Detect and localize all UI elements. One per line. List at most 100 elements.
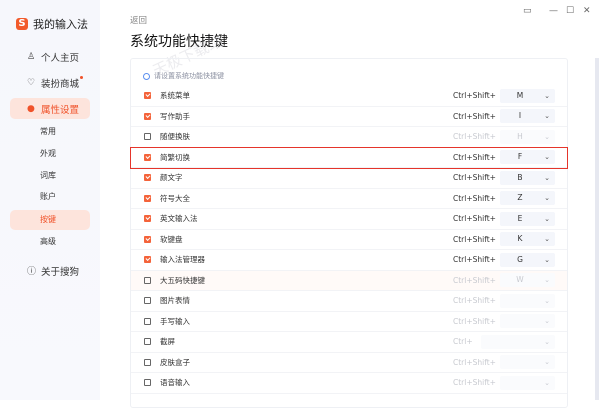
checkbox[interactable] <box>144 256 151 264</box>
shortcut-name: 手写输入 <box>160 316 190 326</box>
checkbox[interactable] <box>144 112 151 120</box>
chevron-down-icon: ⌄ <box>544 194 550 203</box>
key-value: E <box>517 213 523 223</box>
sidebar-item-settings[interactable]: ● 属性设置 <box>10 98 90 119</box>
maximize-icon[interactable]: ☐ <box>566 6 574 16</box>
modifier-label: Ctrl+Shift+ <box>453 193 496 203</box>
subitem-advanced[interactable]: 高级 <box>10 232 90 252</box>
subitem-dictionary[interactable]: 词库 <box>10 166 90 186</box>
modifier-label: Ctrl+Shift+ <box>453 357 496 367</box>
chevron-down-icon: ⌄ <box>544 358 550 367</box>
modifier-label: Ctrl+Shift+ <box>453 173 496 183</box>
shortcut-name: 随便换肤 <box>160 132 190 142</box>
app-logo: S 我的输入法 <box>16 16 88 32</box>
shortcut-name: 系统菜单 <box>160 91 190 101</box>
key-select[interactable]: Z ⌄ <box>500 191 555 206</box>
modifier-label: Ctrl+Shift+ <box>453 132 496 142</box>
shortcut-name: 英文输入法 <box>160 214 198 224</box>
chevron-down-icon: ⌄ <box>544 132 550 141</box>
minimize-icon[interactable]: — <box>549 6 558 16</box>
checkbox[interactable] <box>144 235 151 243</box>
sidebar-item-about[interactable]: ⓘ 关于搜狗 <box>10 260 90 281</box>
subitem-appearance[interactable]: 外观 <box>10 144 90 164</box>
shortcut-row: 随便换肤 Ctrl+Shift+ H ⌄ <box>131 127 567 148</box>
shortcut-row: 符号大全 Ctrl+Shift+ Z ⌄ <box>131 189 567 209</box>
shortcut-row: 手写输入 Ctrl+Shift+ ⌄ <box>131 312 567 332</box>
shortcut-name: 语音输入 <box>160 378 190 388</box>
highlight-box <box>130 147 568 169</box>
shortcut-name: 输入法管理器 <box>160 255 205 265</box>
key-select[interactable]: ⌄ <box>500 355 555 370</box>
feedback-icon[interactable]: ▭ <box>523 6 532 16</box>
shortcut-row: 颜文字 Ctrl+Shift+ B ⌄ <box>131 168 567 189</box>
shortcut-row: 写作助手 Ctrl+Shift+ I ⌄ <box>131 107 567 127</box>
sidebar-item-store[interactable]: ♡ 装扮商城 <box>10 72 90 93</box>
checkbox[interactable] <box>144 215 151 223</box>
back-link[interactable]: 返回 <box>130 14 147 26</box>
key-value: H <box>517 131 523 141</box>
modifier-label: Ctrl+Shift+ <box>453 91 496 101</box>
checkbox[interactable] <box>144 174 151 182</box>
key-select[interactable]: ⌄ <box>500 375 555 390</box>
sidebar: S 我的输入法 ♙ 个人主页 ♡ 装扮商城 ● 属性设置 常用 外观 词库 账户 按键… <box>0 0 100 400</box>
key-select[interactable]: K ⌄ <box>500 232 555 247</box>
subitem-common[interactable]: 常用 <box>10 122 90 142</box>
shortcut-name: 颜文字 <box>160 173 183 183</box>
key-select[interactable]: H ⌄ <box>500 129 555 144</box>
subitem-account[interactable]: 账户 <box>10 187 90 207</box>
key-select[interactable]: M ⌄ <box>500 88 555 103</box>
scrollbar[interactable] <box>595 58 599 400</box>
checkbox[interactable] <box>144 297 151 305</box>
checkbox[interactable] <box>144 92 151 100</box>
shortcut-row: 软键盘 Ctrl+Shift+ K ⌄ <box>131 230 567 250</box>
shortcut-name: 图片表情 <box>160 296 190 306</box>
chevron-down-icon: ⌄ <box>544 235 550 244</box>
shortcut-name: 软键盘 <box>160 234 183 244</box>
key-select[interactable]: ⌄ <box>500 293 555 308</box>
shirt-icon: ♡ <box>27 77 36 88</box>
sidebar-item-profile[interactable]: ♙ 个人主页 <box>10 46 90 67</box>
chevron-down-icon: ⌄ <box>544 317 550 326</box>
key-select[interactable]: I ⌄ <box>500 109 555 124</box>
shortcut-row: 英文输入法 Ctrl+Shift+ E ⌄ <box>131 209 567 230</box>
shortcut-row: 皮肤盒子 Ctrl+Shift+ ⌄ <box>131 353 567 373</box>
key-value: K <box>517 234 523 244</box>
shortcut-name: 截屏 <box>160 337 175 347</box>
key-select[interactable]: E ⌄ <box>500 211 555 226</box>
checkbox[interactable] <box>144 317 151 325</box>
chevron-down-icon: ⌄ <box>544 173 550 182</box>
key-select[interactable]: G ⌄ <box>500 252 555 267</box>
checkbox[interactable] <box>144 194 151 202</box>
shortcut-row: 输入法管理器 Ctrl+Shift+ G ⌄ <box>131 250 567 271</box>
key-select[interactable]: ⌄ <box>481 334 555 349</box>
chevron-down-icon: ⌄ <box>544 255 550 264</box>
shortcut-name: 大五码快捷键 <box>160 275 205 285</box>
checkbox[interactable] <box>144 358 151 366</box>
key-select[interactable]: ⌄ <box>500 314 555 329</box>
modifier-label: Ctrl+Shift+ <box>453 296 496 306</box>
shortcut-row: 图片表情 Ctrl+Shift+ ⌄ <box>131 291 567 312</box>
settings-icon: ● <box>27 103 35 114</box>
chevron-down-icon: ⌄ <box>544 378 550 387</box>
app-title: 我的输入法 <box>33 18 88 31</box>
key-value: B <box>517 172 523 182</box>
chevron-down-icon: ⌄ <box>544 214 550 223</box>
modifier-label: Ctrl+Shift+ <box>453 255 496 265</box>
logo-icon: S <box>16 18 28 30</box>
info-icon <box>143 72 150 80</box>
shortcut-panel: 请设置系统功能快捷键 系统菜单 Ctrl+Shift+ M ⌄ 写作助手 Ctrl… <box>130 58 568 408</box>
close-icon[interactable]: ✕ <box>583 6 591 16</box>
checkbox[interactable] <box>144 133 151 141</box>
key-value: W <box>516 275 524 285</box>
chevron-down-icon: ⌄ <box>544 276 550 285</box>
modifier-label: Ctrl+Shift+ <box>453 275 496 285</box>
key-select[interactable]: B ⌄ <box>500 170 555 185</box>
checkbox[interactable] <box>144 276 151 284</box>
subitem-keys[interactable]: 按键 <box>10 210 90 230</box>
shortcut-name: 符号大全 <box>160 193 190 203</box>
key-select[interactable]: W ⌄ <box>500 273 555 288</box>
checkbox[interactable] <box>144 379 151 387</box>
shortcut-row: 截屏 Ctrl+ ⌄ <box>131 332 567 353</box>
checkbox[interactable] <box>144 338 151 346</box>
shortcut-row: 语音输入 Ctrl+Shift+ ⌄ <box>131 373 567 394</box>
